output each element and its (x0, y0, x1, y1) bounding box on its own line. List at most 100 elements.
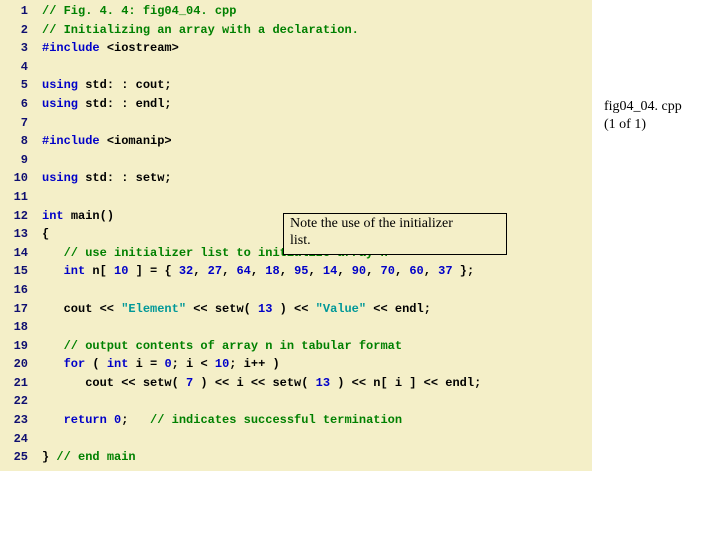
code-text: i = (136, 357, 165, 371)
code-line: 6using std: : endl; (0, 95, 592, 114)
line-number: 13 (0, 225, 28, 244)
code-line: 17 cout << "Element" << setw( 13 ) << "V… (0, 300, 592, 319)
line-number: 9 (0, 151, 28, 170)
line-number: 1 (0, 2, 28, 21)
code-text: n[ (92, 264, 114, 278)
code-line: 23 return 0; // indicates successful ter… (0, 411, 592, 430)
code-text: for (42, 357, 92, 371)
code-line: 11 (0, 188, 592, 207)
code-text: ) << (272, 302, 315, 316)
code-text: // Fig. 4. 4: fig04_04. cpp (42, 4, 236, 18)
code-text: , (251, 264, 265, 278)
code-text: 0 (164, 357, 171, 371)
line-number: 20 (0, 355, 28, 374)
code-text: std: : cout; (85, 78, 171, 92)
line-number: 19 (0, 337, 28, 356)
code-text: // indicates successful termination (150, 413, 402, 427)
code-text: 60 (409, 264, 423, 278)
code-text: 70 (381, 264, 395, 278)
line-number: 24 (0, 430, 28, 449)
caption-pages: (1 of 1) (604, 116, 682, 134)
code-text: int (107, 357, 136, 371)
line-number: 11 (0, 188, 28, 207)
code-text: }; (453, 264, 475, 278)
line-number: 3 (0, 39, 28, 58)
line-number: 7 (0, 114, 28, 133)
code-line: 5using std: : cout; (0, 76, 592, 95)
line-number: 22 (0, 392, 28, 411)
code-line: 4 (0, 58, 592, 77)
code-line: 3#include <iostream> (0, 39, 592, 58)
file-caption: fig04_04. cpp (1 of 1) (604, 98, 682, 133)
code-text: ; i < (172, 357, 215, 371)
code-line: 24 (0, 430, 592, 449)
code-text: ; i++ ) (229, 357, 279, 371)
line-number: 18 (0, 318, 28, 337)
code-text: } (42, 450, 56, 464)
code-line: 21 cout << setw( 7 ) << i << setw( 13 ) … (0, 374, 592, 393)
code-text: std: : setw; (85, 171, 171, 185)
code-text: ) << i << setw( (193, 376, 315, 390)
code-line: 22 (0, 392, 592, 411)
code-line: 18 (0, 318, 592, 337)
code-text: 10 (215, 357, 229, 371)
code-line: 2// Initializing an array with a declara… (0, 21, 592, 40)
code-text: #include (42, 134, 107, 148)
code-text: , (337, 264, 351, 278)
code-line: 19 // output contents of array n in tabu… (0, 337, 592, 356)
line-number: 10 (0, 169, 28, 188)
code-text: 64 (236, 264, 250, 278)
code-text: // end main (56, 450, 135, 464)
code-text: "Element" (121, 302, 186, 316)
code-text: main() (71, 209, 114, 223)
line-number: 16 (0, 281, 28, 300)
line-number: 23 (0, 411, 28, 430)
code-line: 7 (0, 114, 592, 133)
code-text: 95 (294, 264, 308, 278)
line-number: 6 (0, 95, 28, 114)
code-text: cout << (42, 302, 121, 316)
code-text: , (193, 264, 207, 278)
code-text: using (42, 78, 85, 92)
code-line: 9 (0, 151, 592, 170)
code-text: 13 (316, 376, 330, 390)
code-text: << endl; (366, 302, 431, 316)
line-number: 4 (0, 58, 28, 77)
code-line: 10 using std: : setw; (0, 169, 592, 188)
code-text: using (42, 171, 85, 185)
code-text: 27 (208, 264, 222, 278)
line-number: 12 (0, 207, 28, 226)
code-text: , (366, 264, 380, 278)
code-text: { (42, 227, 49, 241)
code-text: 18 (265, 264, 279, 278)
line-number: 25 (0, 448, 28, 467)
code-text: return (42, 413, 114, 427)
code-text: 90 (352, 264, 366, 278)
callout-note: Note the use of the initializer list. (283, 213, 507, 255)
code-text: 13 (258, 302, 272, 316)
code-text: 32 (179, 264, 193, 278)
code-text: <iostream> (107, 41, 179, 55)
line-number: 15 (0, 262, 28, 281)
code-text: , (309, 264, 323, 278)
code-line: 15 int n[ 10 ] = { 32, 27, 64, 18, 95, 1… (0, 262, 592, 281)
code-line: 20 for ( int i = 0; i < 10; i++ ) (0, 355, 592, 374)
code-text: cout << setw( (42, 376, 186, 390)
code-text: ( (92, 357, 106, 371)
line-number: 21 (0, 374, 28, 393)
code-line: 1 // Fig. 4. 4: fig04_04. cpp (0, 2, 592, 21)
code-text: <iomanip> (107, 134, 172, 148)
code-text: ; (121, 413, 150, 427)
code-text: << setw( (186, 302, 258, 316)
line-number: 17 (0, 300, 28, 319)
code-text: // output contents of array n in tabular… (42, 339, 402, 353)
callout-text: list. (290, 233, 500, 250)
code-text: int (42, 264, 92, 278)
code-text: , (280, 264, 294, 278)
line-number: 14 (0, 244, 28, 263)
code-line: 16 (0, 281, 592, 300)
code-text: , (395, 264, 409, 278)
callout-text: Note the use of the initializer (290, 216, 500, 233)
line-number: 8 (0, 132, 28, 151)
code-text: 37 (438, 264, 452, 278)
